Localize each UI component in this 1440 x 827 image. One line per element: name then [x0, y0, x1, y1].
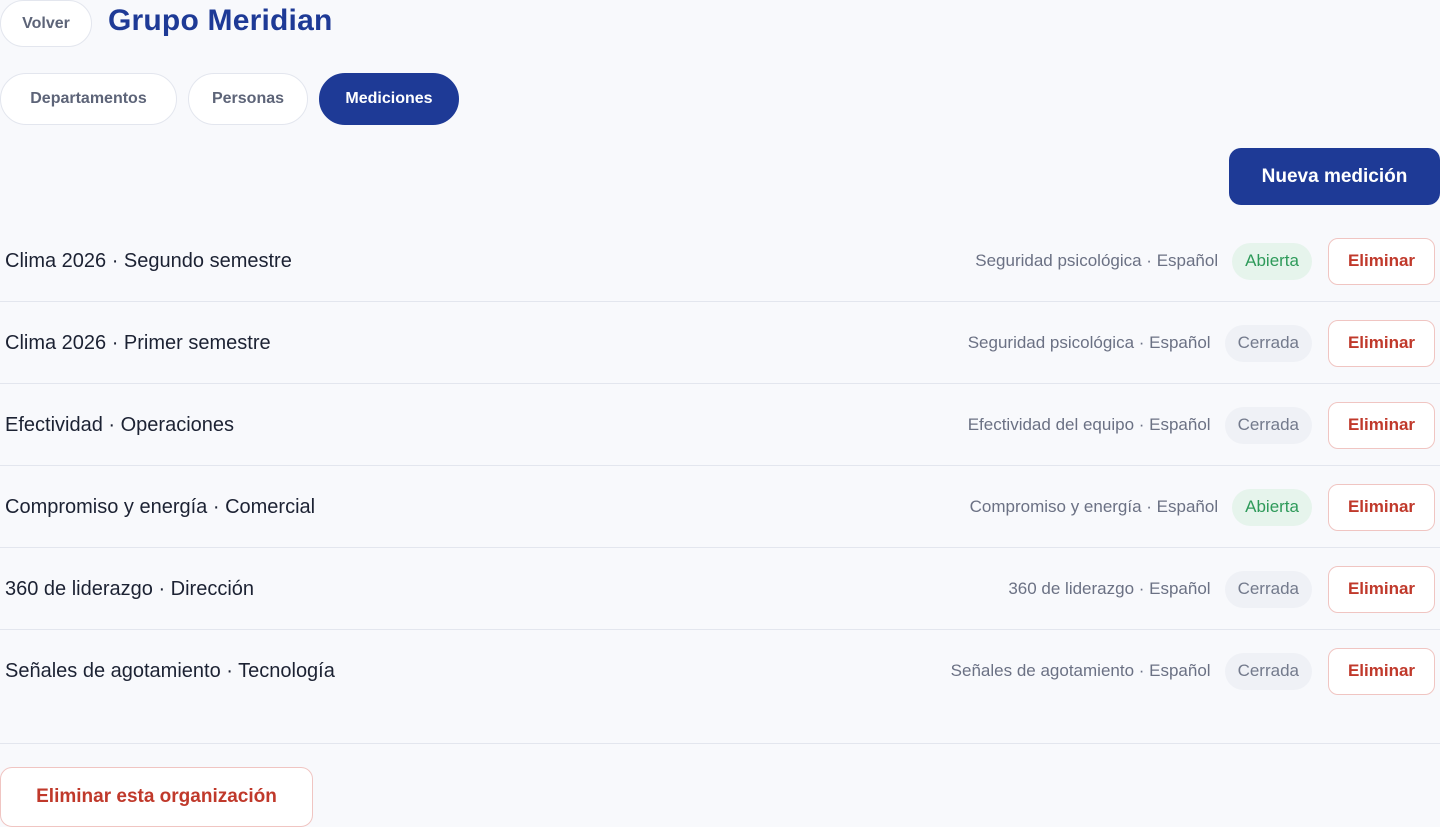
measurement-meta: Seguridad psicológica · Español: [975, 251, 1219, 270]
measurement-meta: Señales de agotamiento · Español: [950, 661, 1211, 680]
back-button[interactable]: Volver: [0, 0, 92, 47]
delete-organization-button[interactable]: Eliminar esta organización: [0, 767, 313, 827]
status-badge: Abierta: [1232, 488, 1312, 526]
status-badge: Cerrada: [1224, 324, 1312, 362]
delete-button[interactable]: Eliminar: [1328, 319, 1435, 367]
measurement-title: Clima 2026 · Segundo semestre: [5, 249, 292, 272]
delete-button[interactable]: Eliminar: [1328, 237, 1435, 285]
measurement-meta: Compromiso y energía · Español: [969, 497, 1219, 516]
list-item: Clima 2026 · Primer semestre Seguridad p…: [0, 302, 1440, 384]
row-actions: Efectividad del equipo · Español Cerrada…: [968, 384, 1435, 466]
row-actions: Seguridad psicológica · Español Cerrada …: [968, 302, 1435, 384]
tab-departamentos[interactable]: Departamentos: [0, 73, 177, 125]
list-item: Efectividad · Operaciones Efectividad de…: [0, 384, 1440, 466]
measurement-meta: Seguridad psicológica · Español: [967, 333, 1211, 352]
status-badge: Abierta: [1232, 242, 1312, 280]
new-measurement-button[interactable]: Nueva medición: [1229, 148, 1440, 205]
measurement-meta: Efectividad del equipo · Español: [967, 415, 1211, 434]
page-title: Grupo Meridian: [108, 4, 333, 37]
row-actions: Seguridad psicológica · Español Abierta …: [975, 220, 1435, 302]
delete-button[interactable]: Eliminar: [1328, 647, 1435, 695]
tab-mediciones[interactable]: Mediciones: [319, 73, 459, 125]
tab-personas[interactable]: Personas: [188, 73, 308, 125]
measurement-title: Clima 2026 · Primer semestre: [5, 331, 271, 354]
list-item: 360 de liderazgo · Dirección 360 de lide…: [0, 548, 1440, 630]
list-item: Compromiso y energía · Comercial Comprom…: [0, 466, 1440, 548]
delete-button[interactable]: Eliminar: [1328, 401, 1435, 449]
measurement-title: 360 de liderazgo · Dirección: [5, 577, 255, 600]
measurement-list: Clima 2026 · Segundo semestre Seguridad …: [0, 220, 1440, 712]
status-badge: Cerrada: [1224, 652, 1312, 690]
delete-button[interactable]: Eliminar: [1328, 565, 1435, 613]
list-item: Señales de agotamiento · Tecnología Seña…: [0, 630, 1440, 712]
list-item: Clima 2026 · Segundo semestre Seguridad …: [0, 220, 1440, 302]
delete-button[interactable]: Eliminar: [1328, 483, 1435, 531]
measurement-title: Efectividad · Operaciones: [5, 413, 235, 436]
row-actions: Compromiso y energía · Español Abierta E…: [970, 466, 1435, 548]
status-badge: Cerrada: [1224, 406, 1312, 444]
row-actions: 360 de liderazgo · Español Cerrada Elimi…: [1008, 548, 1435, 630]
section-divider: [0, 743, 1440, 744]
row-actions: Señales de agotamiento · Español Cerrada…: [951, 630, 1435, 712]
measurement-title: Compromiso y energía · Comercial: [5, 495, 316, 518]
measurement-title: Señales de agotamiento · Tecnología: [5, 659, 335, 682]
status-badge: Cerrada: [1224, 570, 1312, 608]
measurement-meta: 360 de liderazgo · Español: [1008, 579, 1211, 598]
